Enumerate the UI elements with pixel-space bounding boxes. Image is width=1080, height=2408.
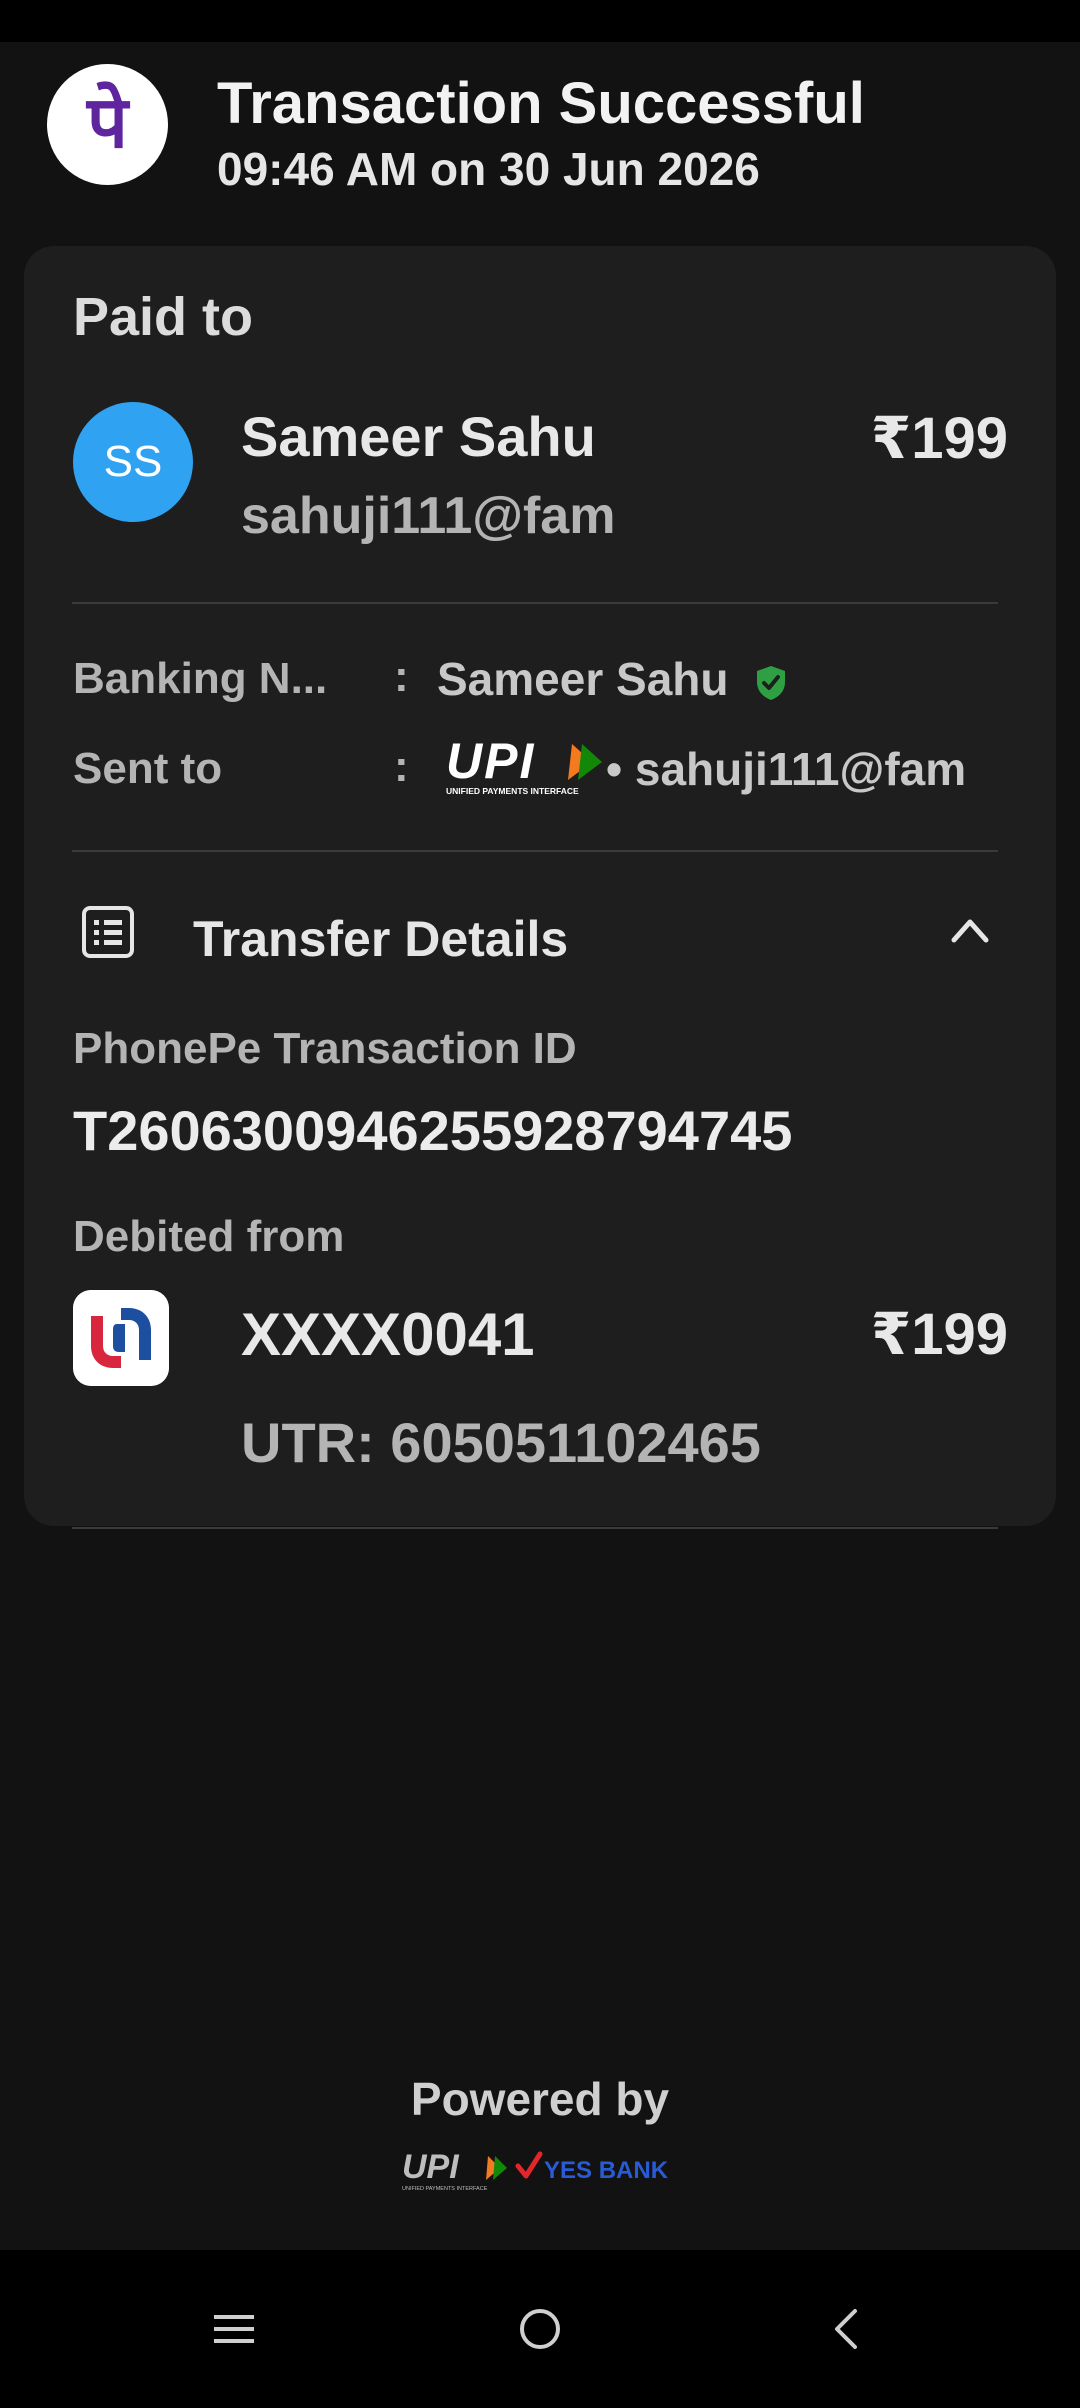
transfer-details-title[interactable]: Transfer Details: [193, 910, 568, 968]
receipt-list-icon: [82, 906, 134, 958]
upi-logo-text: UPI: [446, 734, 535, 789]
nav-home-button[interactable]: [440, 2250, 640, 2408]
debit-amount: ₹199: [870, 1302, 1008, 1367]
utr-number[interactable]: UTR: 605051102465: [241, 1410, 761, 1475]
avatar-initials: SS: [103, 437, 163, 486]
transaction-card: Paid to SS Sameer Sahu sahuji111@fam ₹19…: [24, 246, 1056, 1526]
upi-logo-tagline: UNIFIED PAYMENTS INTERFACE: [446, 786, 579, 796]
home-circle-icon: [520, 2309, 560, 2349]
sent-to-colon: :: [394, 742, 409, 791]
upi-logo: UPI UNIFIED PAYMENTS INTERFACE: [446, 734, 602, 796]
footer-upi-tagline: UNIFIED PAYMENTS INTERFACE: [402, 2186, 488, 2192]
page-title: Transaction Successful: [217, 71, 865, 136]
transaction-id-value[interactable]: T2606300946255928794745: [73, 1098, 792, 1163]
menu-icon: [214, 2315, 254, 2343]
banking-name-value: Sameer Sahu: [437, 653, 729, 705]
back-chevron-icon: [835, 2309, 857, 2349]
partner-logos: UPI UNIFIED PAYMENTS INTERFACE YES BANK: [402, 2148, 669, 2192]
shield-check-icon: [757, 666, 785, 700]
transaction-timestamp: 09:46 AM on 30 Jun 2026: [217, 143, 760, 195]
sent-to-upi-id: • sahuji111@fam: [606, 743, 967, 795]
union-bank-logo: [73, 1290, 169, 1386]
payee-upi-id: sahuji111@fam: [241, 487, 616, 545]
header: पे Transaction Successful 09:46 AM on 30…: [0, 42, 1080, 212]
banking-name-colon: :: [394, 652, 409, 701]
system-navigation-bar: [0, 2250, 1080, 2408]
phonepe-logo-glyph: पे: [87, 79, 128, 164]
footer-upi-text: UPI: [402, 2148, 460, 2186]
paid-amount: ₹199: [870, 406, 1008, 471]
screen: पे Transaction Successful 09:46 AM on 30…: [0, 0, 1080, 2408]
nav-back-button[interactable]: [746, 2250, 946, 2408]
paid-to-label: Paid to: [73, 287, 254, 347]
divider: [72, 850, 998, 852]
avatar: SS: [73, 402, 193, 522]
divider: [72, 602, 998, 604]
phonepe-logo: पे: [47, 64, 168, 185]
yes-bank-text: YES BANK: [544, 2157, 669, 2184]
debit-account-number: XXXX0041: [241, 1301, 535, 1368]
sent-to-label: Sent to: [73, 744, 223, 793]
powered-by-label: Powered by: [410, 2073, 670, 2125]
payee-name: Sameer Sahu: [241, 405, 596, 468]
banking-name-label: Banking N...: [73, 654, 328, 703]
transaction-id-label: PhonePe Transaction ID: [73, 1024, 577, 1073]
divider: [72, 1527, 998, 1529]
chevron-up-icon[interactable]: [948, 912, 992, 948]
nav-menu-button[interactable]: [134, 2250, 334, 2408]
debited-from-label: Debited from: [73, 1212, 345, 1261]
